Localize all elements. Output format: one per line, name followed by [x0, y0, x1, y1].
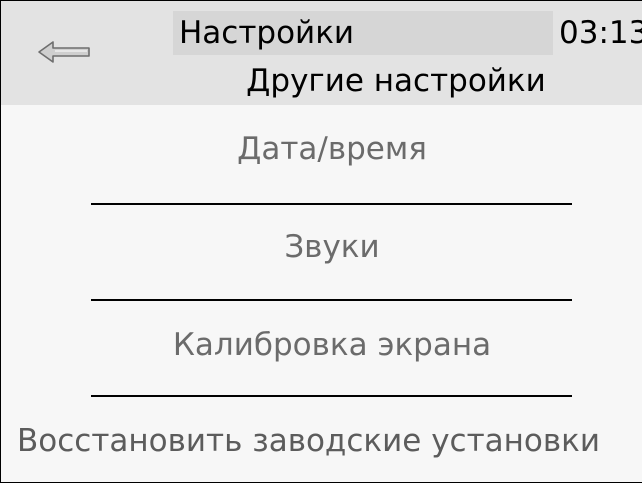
menu-item-label: Дата/время	[237, 131, 427, 167]
menu-item-screen-calibration[interactable]: Калибровка экрана	[1, 301, 642, 391]
page-subtitle: Другие настройки	[246, 63, 546, 99]
clock-time: 03:13	[559, 15, 642, 51]
settings-menu: Дата/время Звуки Калибровка экрана Восст…	[1, 105, 642, 482]
menu-item-label: Звуки	[284, 229, 380, 265]
arrow-left-icon	[38, 41, 90, 63]
menu-item-factory-reset[interactable]: Восстановить заводские установки	[1, 397, 642, 482]
back-button[interactable]	[19, 31, 129, 81]
menu-item-sounds[interactable]: Звуки	[1, 203, 642, 293]
menu-item-label: Калибровка экрана	[172, 327, 492, 363]
page-title: Настройки	[173, 11, 553, 55]
menu-item-label: Восстановить заводские установки	[17, 423, 601, 459]
header-bar: Настройки 03:13 Другие настройки	[1, 1, 642, 105]
menu-item-date-time[interactable]: Дата/время	[1, 105, 642, 195]
device-screen: Настройки 03:13 Другие настройки Дата/вр…	[0, 0, 642, 483]
